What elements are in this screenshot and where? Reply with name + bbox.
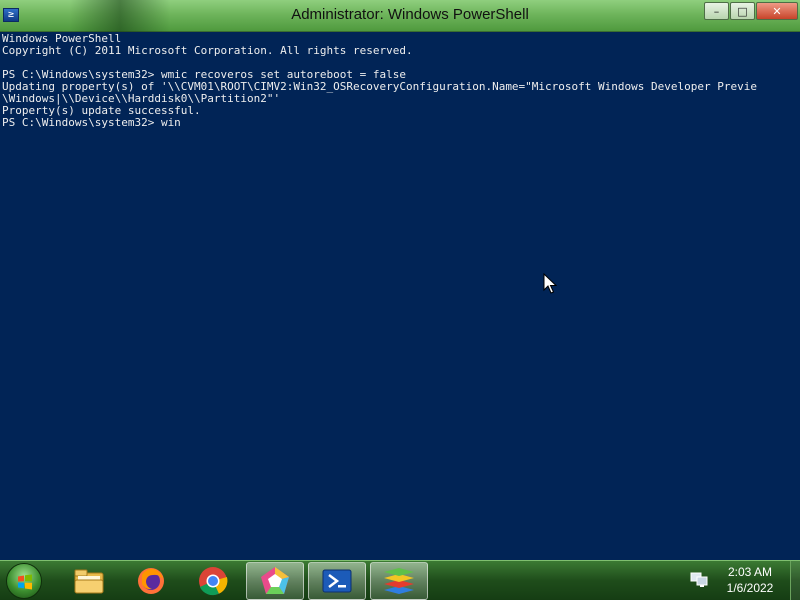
taskbar-chrome[interactable] bbox=[184, 562, 242, 600]
window-controls: – □ ✕ bbox=[703, 2, 798, 20]
folder-icon bbox=[74, 569, 104, 594]
show-desktop-button[interactable] bbox=[790, 561, 800, 600]
console-line: Copyright (C) 2011 Microsoft Corporation… bbox=[2, 44, 413, 57]
taskbar-file-explorer[interactable] bbox=[60, 562, 118, 600]
taskbar-bluestacks[interactable] bbox=[370, 562, 428, 600]
taskbar-app-pentagon[interactable] bbox=[246, 562, 304, 600]
close-button[interactable]: ✕ bbox=[756, 2, 798, 20]
powershell-window: ≥ Administrator: Windows PowerShell – □ … bbox=[0, 0, 800, 560]
clock-date: 1/6/2022 bbox=[726, 581, 774, 595]
firefox-icon bbox=[138, 568, 164, 594]
start-button[interactable] bbox=[6, 563, 42, 599]
taskbar bbox=[0, 560, 800, 600]
maximize-button[interactable]: □ bbox=[730, 2, 755, 20]
network-icon[interactable] bbox=[690, 572, 708, 588]
chrome-icon bbox=[199, 567, 228, 596]
taskbar-clock[interactable]: 2:03 AM 1/6/2022 bbox=[718, 564, 782, 596]
console-area[interactable]: Windows PowerShell Copyright (C) 2011 Mi… bbox=[0, 32, 800, 560]
windows-logo-icon bbox=[18, 574, 32, 590]
minimize-button[interactable]: – bbox=[704, 2, 729, 20]
powershell-icon bbox=[322, 569, 352, 593]
title-bar[interactable]: ≥ Administrator: Windows PowerShell – □ … bbox=[0, 0, 800, 32]
console-prompt-line[interactable]: PS C:\Windows\system32> win bbox=[2, 117, 181, 129]
pentagon-app-icon bbox=[261, 567, 289, 594]
bluestacks-icon bbox=[384, 568, 414, 594]
clock-time: 2:03 AM bbox=[727, 565, 773, 579]
taskbar-firefox[interactable] bbox=[122, 562, 180, 600]
mouse-pointer-icon bbox=[543, 273, 557, 294]
window-title: Administrator: Windows PowerShell bbox=[291, 6, 529, 23]
taskbar-powershell[interactable] bbox=[308, 562, 366, 600]
